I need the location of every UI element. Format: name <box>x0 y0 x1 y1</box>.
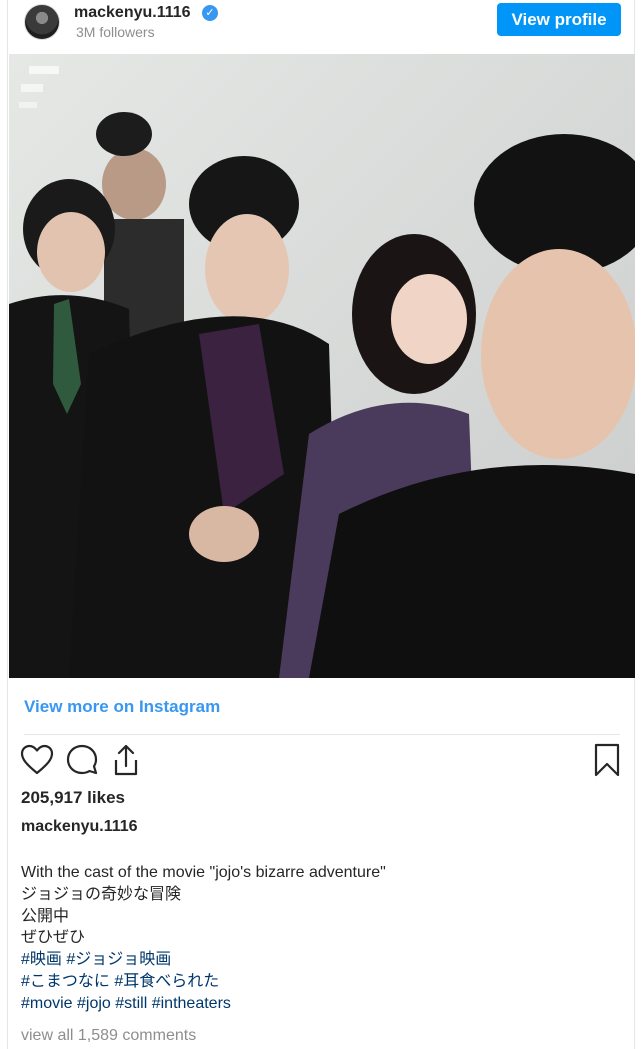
follower-count: 3M followers <box>76 24 155 40</box>
group-selfie-photo <box>9 54 635 678</box>
post-header: mackenyu.1116 ✓ 3M followers View profil… <box>8 0 636 52</box>
hashtag-line[interactable]: #こまつなに #耳食べられた <box>21 971 386 993</box>
caption-line: ぜひぜひ <box>21 929 86 947</box>
instagram-embed-card: mackenyu.1116 ✓ 3M followers View profil… <box>7 0 635 1049</box>
divider <box>24 734 620 735</box>
view-all-comments-link[interactable]: view all 1,589 comments <box>21 1027 196 1045</box>
heart-icon[interactable] <box>20 742 54 778</box>
post-photo[interactable] <box>9 54 635 678</box>
view-profile-button[interactable]: View profile <box>497 3 621 36</box>
like-count[interactable]: 205,917 likes <box>21 788 125 808</box>
view-more-on-instagram-link[interactable]: View more on Instagram <box>24 697 220 717</box>
caption-line: With the cast of the movie "jojo's bizar… <box>21 864 386 881</box>
share-icon[interactable] <box>109 742 143 778</box>
hashtag-line[interactable]: #映画 #ジョジョ映画 <box>21 949 386 971</box>
post-caption: With the cast of the movie "jojo's bizar… <box>21 862 386 1015</box>
header-username[interactable]: mackenyu.1116 <box>74 4 191 22</box>
profile-avatar[interactable] <box>24 4 60 40</box>
hashtag-line[interactable]: #movie #jojo #still #intheaters <box>21 993 386 1015</box>
bookmark-icon[interactable] <box>590 742 624 778</box>
verified-badge-icon: ✓ <box>202 5 218 21</box>
caption-line: 公開中 <box>21 907 70 925</box>
caption-line: ジョジョの奇妙な冒険 <box>21 885 182 903</box>
action-bar <box>8 742 636 782</box>
comment-icon[interactable] <box>65 742 99 778</box>
caption-username[interactable]: mackenyu.1116 <box>21 818 138 836</box>
